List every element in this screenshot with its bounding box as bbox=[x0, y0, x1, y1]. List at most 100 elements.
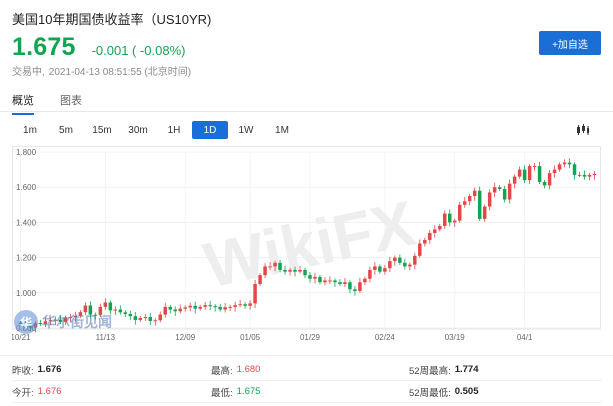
candle-body bbox=[103, 302, 108, 307]
trading-status: 交易中, 2021-04-13 08:51:55 (北京时间) bbox=[12, 63, 191, 78]
candle-body bbox=[118, 309, 123, 313]
candle-body bbox=[158, 314, 163, 321]
candle-body bbox=[363, 278, 367, 283]
candle-body bbox=[537, 166, 542, 182]
candle-body bbox=[203, 305, 207, 307]
period-1h[interactable]: 1H bbox=[156, 121, 192, 139]
candle-body bbox=[228, 306, 232, 308]
candle-body bbox=[148, 317, 153, 321]
stats-table: 昨收: 1.676 最高: 1.680 52周最高: 1.774 今开: 1.676 最… bbox=[12, 359, 602, 403]
candle-body bbox=[438, 225, 442, 230]
stat-52w-high: 52周最高: 1.774 bbox=[409, 364, 479, 377]
stat-low: 最低: 1.675 bbox=[211, 386, 261, 399]
candle-body bbox=[567, 162, 572, 165]
candle-body bbox=[168, 306, 172, 310]
watermark-logo-icon: 华 bbox=[14, 310, 38, 334]
candle-body bbox=[398, 257, 402, 263]
y-tick-label: 1.000 bbox=[16, 289, 37, 298]
candle-body bbox=[243, 304, 247, 306]
candle-body bbox=[188, 305, 192, 308]
tab-divider bbox=[0, 111, 613, 112]
candlestick-icon[interactable] bbox=[573, 121, 593, 139]
candle-body bbox=[482, 206, 487, 219]
stat-high: 最高: 1.680 bbox=[211, 364, 261, 377]
x-tick-label: 03/19 bbox=[445, 333, 466, 342]
candle-body bbox=[208, 305, 212, 307]
candle-body bbox=[273, 262, 277, 267]
candle-body bbox=[522, 169, 527, 181]
candle-body bbox=[153, 320, 158, 322]
stat-open: 今开: 1.676 bbox=[12, 386, 62, 399]
period-selector: 1m 5m 15m 30m 1H 1D 1W 1M bbox=[12, 121, 300, 139]
candle-body bbox=[507, 183, 512, 200]
candle-body bbox=[502, 188, 507, 200]
candle-body bbox=[293, 269, 297, 272]
candle-body bbox=[313, 276, 317, 279]
candle-body bbox=[418, 243, 422, 256]
add-watchlist-button[interactable]: +加自选 bbox=[539, 31, 601, 55]
period-1w[interactable]: 1W bbox=[228, 121, 264, 139]
x-tick-label: 01/05 bbox=[240, 333, 261, 342]
candle-body bbox=[133, 316, 138, 320]
instrument-title: 美国10年期国债收益率（US10YR) bbox=[12, 12, 212, 27]
watermark-text: 华尔街见闻 bbox=[42, 315, 112, 331]
candle-body bbox=[472, 190, 477, 196]
candle-body bbox=[467, 196, 472, 202]
candle-body bbox=[173, 309, 177, 312]
price-change: -0.001 ( -0.08%) bbox=[91, 43, 186, 58]
candle-body bbox=[443, 213, 447, 226]
candle-body bbox=[592, 174, 597, 175]
candle-body bbox=[223, 307, 227, 310]
candle-body bbox=[298, 269, 302, 272]
candle-body bbox=[587, 174, 592, 177]
period-1m[interactable]: 1m bbox=[12, 121, 48, 139]
stat-prev-close: 昨收: 1.676 bbox=[12, 364, 62, 377]
period-30m[interactable]: 30m bbox=[120, 121, 156, 139]
candle-body bbox=[218, 306, 222, 310]
candle-body bbox=[552, 169, 557, 174]
candle-body bbox=[198, 306, 202, 309]
quote-row: 1.675 -0.001 ( -0.08%) bbox=[12, 33, 186, 62]
candle-body bbox=[163, 306, 167, 315]
period-15m[interactable]: 15m bbox=[84, 121, 120, 139]
candle-body bbox=[238, 304, 242, 306]
x-tick-label: 11/13 bbox=[96, 333, 116, 342]
candle-body bbox=[512, 176, 517, 184]
candle-body bbox=[487, 192, 492, 207]
candle-body bbox=[138, 317, 143, 320]
candle-body bbox=[268, 266, 272, 268]
candle-body bbox=[233, 305, 237, 307]
candle-body bbox=[303, 269, 307, 276]
candle-body bbox=[532, 166, 537, 168]
watermark: 华 华尔街见闻 bbox=[14, 310, 112, 334]
candle-body bbox=[338, 282, 342, 284]
stats-row: 昨收: 1.676 最高: 1.680 52周最高: 1.774 bbox=[12, 359, 602, 381]
candle-body bbox=[128, 313, 133, 317]
candle-body bbox=[248, 303, 252, 306]
x-tick-label: 02/24 bbox=[375, 333, 396, 342]
candle-body bbox=[258, 275, 262, 284]
candle-body bbox=[403, 262, 407, 267]
candle-body bbox=[193, 305, 197, 309]
candle-body bbox=[213, 306, 217, 308]
candle-body bbox=[323, 280, 327, 283]
candle-body bbox=[123, 312, 128, 314]
period-1mo[interactable]: 1M bbox=[264, 121, 300, 139]
candle-body bbox=[348, 282, 352, 290]
x-tick-label: 04/1 bbox=[517, 333, 533, 342]
y-tick-label: 1.800 bbox=[16, 148, 37, 157]
candle-body bbox=[547, 173, 552, 186]
candle-body bbox=[433, 229, 437, 233]
y-tick-label: 1.600 bbox=[16, 183, 37, 192]
candle-body bbox=[253, 284, 257, 304]
candle-body bbox=[373, 266, 377, 270]
candle-body bbox=[462, 201, 467, 205]
candle-body bbox=[423, 240, 427, 244]
candle-body bbox=[383, 268, 387, 272]
period-5m[interactable]: 5m bbox=[48, 121, 84, 139]
candle-body bbox=[343, 282, 347, 284]
candle-body bbox=[368, 269, 372, 279]
candle-body bbox=[278, 262, 282, 270]
period-1d[interactable]: 1D bbox=[192, 121, 228, 139]
candle-body bbox=[477, 190, 482, 219]
